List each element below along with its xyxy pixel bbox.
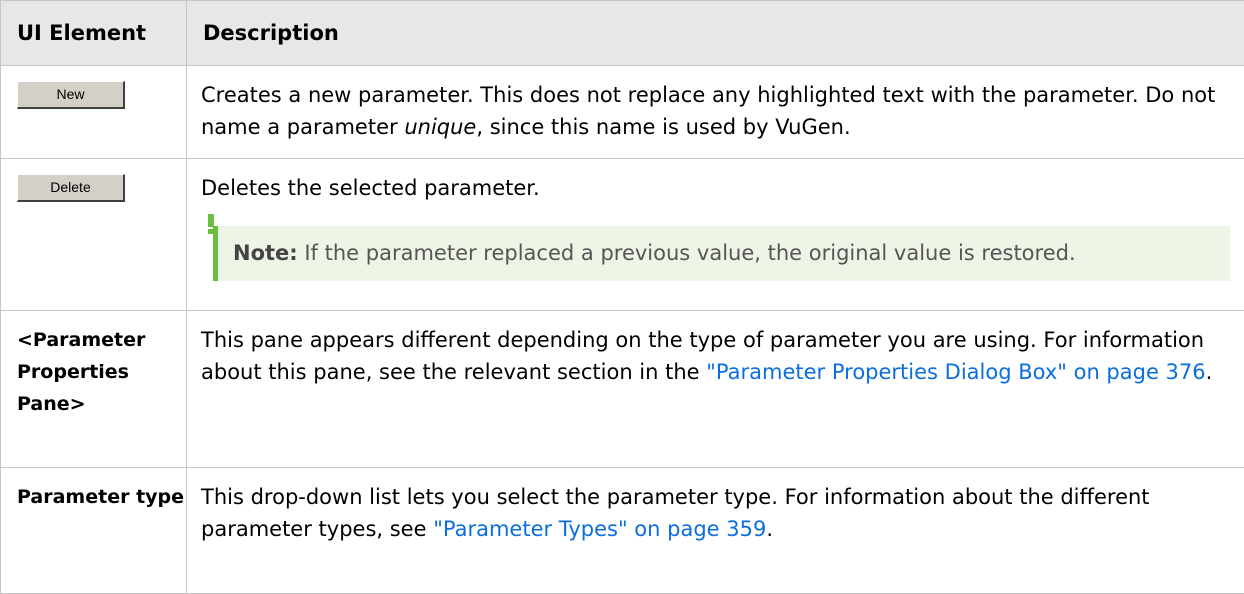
element-name-cell: <Parameter Properties Pane> — [1, 311, 187, 468]
new-desc-text-end: , since this name is used by VuGen. — [476, 115, 850, 139]
ui-element-table: UI Element Description New Creates a new… — [0, 0, 1244, 594]
parameter-types-link[interactable]: "Parameter Types" on page 359 — [433, 517, 766, 541]
type-desc-end: . — [766, 517, 773, 541]
header-ui-element: UI Element — [1, 1, 187, 66]
element-cell: New — [1, 66, 187, 159]
note-label: Note: — [233, 241, 298, 265]
table-row-parameter-properties: <Parameter Properties Pane> This pane ap… — [1, 311, 1244, 468]
note-box: Note: If the parameter replaced a previo… — [213, 226, 1230, 281]
table-row-new: New Creates a new parameter. This does n… — [1, 66, 1244, 159]
description-cell: This drop-down list lets you select the … — [187, 468, 1244, 594]
exclamation-icon — [207, 214, 215, 234]
note-text: If the parameter replaced a previous val… — [298, 241, 1076, 265]
table-header-row: UI Element Description — [1, 1, 1244, 66]
header-description: Description — [187, 1, 1244, 66]
props-desc-end: . — [1206, 360, 1213, 384]
new-button[interactable]: New — [17, 81, 125, 109]
description-cell: This pane appears different depending on… — [187, 311, 1244, 468]
table-row-delete: Delete Deletes the selected parameter. N… — [1, 159, 1244, 311]
table-row-parameter-type: Parameter type This drop-down list lets … — [1, 468, 1244, 594]
new-desc-emphasis: unique — [404, 115, 476, 139]
element-cell: Delete — [1, 159, 187, 311]
element-name-cell: Parameter type — [1, 468, 187, 594]
description-cell: Creates a new parameter. This does not r… — [187, 66, 1244, 159]
delete-desc-text: Deletes the selected parameter. — [201, 172, 1230, 204]
parameter-properties-link[interactable]: "Parameter Properties Dialog Box" on pag… — [706, 360, 1205, 384]
delete-button[interactable]: Delete — [17, 174, 125, 202]
description-cell: Deletes the selected parameter. Note: If… — [187, 159, 1244, 311]
